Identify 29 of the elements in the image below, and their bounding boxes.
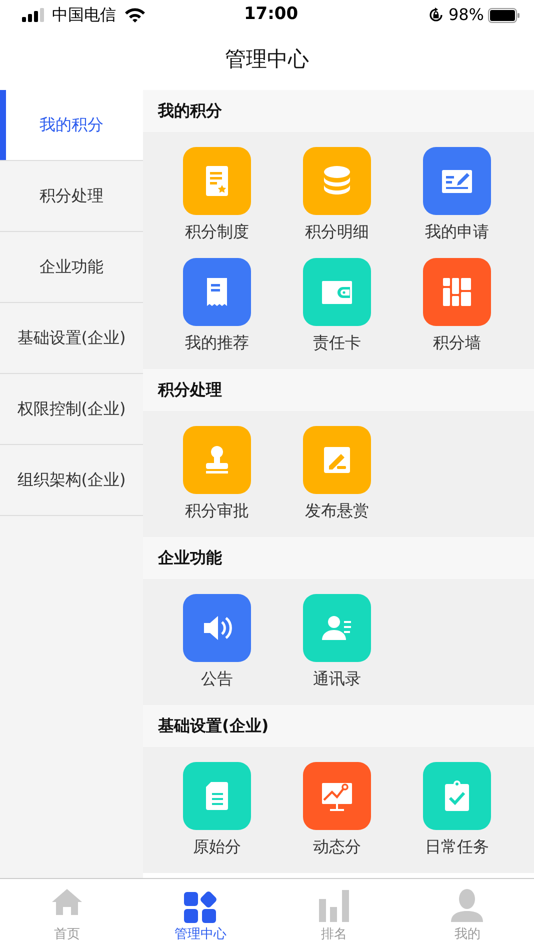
sidebar-item[interactable]: 我的积分 [0,90,143,161]
section-title: 积分处理 [158,379,222,401]
page-title: 管理中心 [225,46,309,74]
section-title: 企业功能 [158,547,222,569]
menu-tile[interactable]: 积分审批 [157,426,277,522]
person-icon [450,887,484,923]
section-title: 基础设置(企业) [158,715,269,737]
menu-tile[interactable]: 责任卡 [277,258,397,354]
menu-tile[interactable]: 原始分 [157,762,277,858]
bar-chart-icon [316,887,351,923]
menu-tile[interactable]: 日常任务 [397,762,517,858]
battery-icon [488,8,520,22]
tab-bar-item[interactable]: 管理中心 [134,879,267,950]
menu-tile[interactable]: 我的申请 [397,147,517,243]
menu-tile[interactable]: 积分制度 [157,147,277,243]
menu-tile[interactable]: 积分墙 [397,258,517,354]
wifi-icon [124,7,146,23]
rotation-lock-icon [428,7,444,23]
carrier-name: 中国电信 [52,4,116,26]
menu-tile[interactable]: 积分明细 [277,147,397,243]
battery-percent: 98% [448,4,484,26]
menu-tile[interactable]: 发布悬赏 [277,426,397,522]
menu-tile[interactable]: 我的推荐 [157,258,277,354]
section-title: 我的积分 [158,100,222,122]
signal-icon [22,8,44,22]
status-time: 17:00 [244,3,298,26]
menu-tile[interactable]: 公告 [157,594,277,690]
menu-tile[interactable]: 通讯录 [277,594,397,690]
menu-tile[interactable]: 动态分 [277,762,397,858]
